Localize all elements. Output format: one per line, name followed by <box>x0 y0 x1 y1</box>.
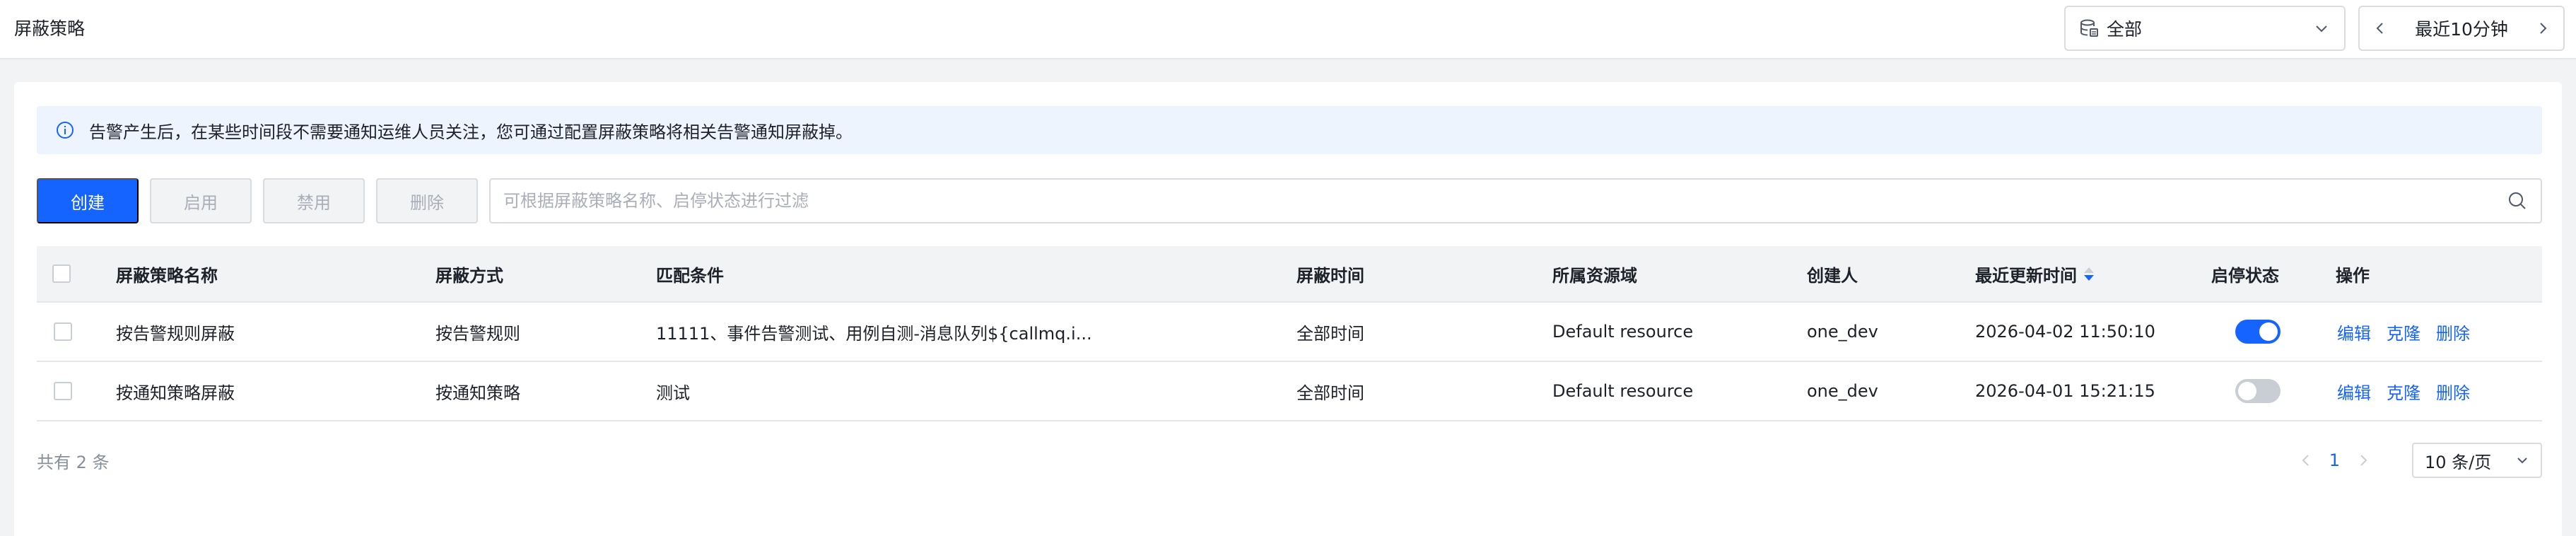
page-title: 屏蔽策略 <box>14 18 86 39</box>
cell-updated: 2026-04-01 15:21:15 <box>1975 381 2155 401</box>
delete-button[interactable]: 删除 <box>376 178 478 223</box>
page-header: 屏蔽策略 全部 最近10分钟 <box>0 0 2576 59</box>
resource-domain-select[interactable]: 全部 <box>2064 6 2346 51</box>
clone-link[interactable]: 克隆 <box>2387 320 2420 344</box>
cell-method: 按通知策略 <box>435 383 520 403</box>
chevron-down-icon <box>2515 453 2529 467</box>
search-icon[interactable] <box>2507 190 2528 211</box>
time-range-value[interactable]: 最近10分钟 <box>2415 16 2508 41</box>
status-toggle[interactable] <box>2235 320 2281 344</box>
cell-name: 按通知策略屏蔽 <box>116 383 235 403</box>
col-name: 屏蔽策略名称 <box>116 265 218 286</box>
cell-creator: one_dev <box>1807 381 1878 401</box>
row-checkbox[interactable] <box>54 322 72 341</box>
row-checkbox[interactable] <box>54 382 72 400</box>
col-status: 启停状态 <box>2211 265 2279 286</box>
prev-page-icon[interactable] <box>2298 453 2314 468</box>
cell-creator: one_dev <box>1807 322 1878 342</box>
table-header: 屏蔽策略名称 屏蔽方式 匹配条件 屏蔽时间 所属资源域 创建人 最近更新时间 启… <box>37 246 2542 303</box>
table-row: 按告警规则屏蔽 按告警规则 11111、事件告警测试、用例自测-消息队列${ca… <box>37 303 2542 362</box>
status-toggle[interactable] <box>2235 379 2281 403</box>
chevron-down-icon <box>2313 20 2330 37</box>
cell-time: 全部时间 <box>1296 383 1364 403</box>
col-creator: 创建人 <box>1807 265 1858 286</box>
col-actions: 操作 <box>2336 265 2370 286</box>
edit-link[interactable]: 编辑 <box>2337 379 2371 404</box>
cell-condition: 测试 <box>656 383 690 403</box>
cell-name: 按告警规则屏蔽 <box>116 323 235 344</box>
database-icon <box>2078 18 2100 39</box>
alert-text: 告警产生后，在某些时间段不需要通知运维人员关注，您可通过配置屏蔽策略将相关告警通… <box>89 122 853 142</box>
col-condition: 匹配条件 <box>656 265 724 286</box>
strategy-table: 屏蔽策略名称 屏蔽方式 匹配条件 屏蔽时间 所属资源域 创建人 最近更新时间 启… <box>37 246 2542 421</box>
cell-domain: Default resource <box>1552 322 1694 342</box>
chevron-left-icon[interactable] <box>2372 21 2388 36</box>
col-updated[interactable]: 最近更新时间 <box>1975 246 2094 301</box>
col-time: 屏蔽时间 <box>1296 265 1364 286</box>
page-size-value: 10 条/页 <box>2425 452 2492 472</box>
next-page-icon[interactable] <box>2355 453 2371 468</box>
enable-button[interactable]: 启用 <box>150 178 252 223</box>
cell-updated: 2026-04-02 11:50:10 <box>1975 322 2155 342</box>
cell-time: 全部时间 <box>1296 323 1364 344</box>
create-button[interactable]: 创建 <box>37 178 139 223</box>
sort-icon[interactable] <box>2084 267 2094 281</box>
select-all-checkbox[interactable] <box>52 264 71 283</box>
content-card: 告警产生后，在某些时间段不需要通知运维人员关注，您可通过配置屏蔽策略将相关告警通… <box>14 82 2562 536</box>
chevron-right-icon[interactable] <box>2535 21 2551 36</box>
cell-domain: Default resource <box>1552 381 1694 401</box>
resource-domain-value: 全部 <box>2107 19 2143 40</box>
pagination: 1 10 条/页 <box>2283 443 2542 478</box>
page-number[interactable]: 1 <box>2329 450 2340 470</box>
page-size-select[interactable]: 10 条/页 <box>2412 443 2542 478</box>
col-updated-label: 最近更新时间 <box>1975 265 2077 286</box>
search-input[interactable] <box>503 191 2507 211</box>
col-domain: 所属资源域 <box>1552 265 1637 286</box>
cell-condition: 11111、事件告警测试、用例自测-消息队列${callmq.i... <box>656 323 1092 344</box>
edit-link[interactable]: 编辑 <box>2337 320 2371 344</box>
time-range-picker[interactable]: 最近10分钟 <box>2358 6 2565 51</box>
clone-link[interactable]: 克隆 <box>2387 379 2420 404</box>
search-box[interactable] <box>489 178 2542 223</box>
delete-link[interactable]: 删除 <box>2436 320 2470 344</box>
disable-button[interactable]: 禁用 <box>263 178 365 223</box>
total-count: 共有 2 条 <box>37 453 110 472</box>
delete-link[interactable]: 删除 <box>2436 379 2470 404</box>
cell-method: 按告警规则 <box>435 323 520 344</box>
info-icon <box>55 120 75 140</box>
table-row: 按通知策略屏蔽 按通知策略 测试 全部时间 Default resource o… <box>37 362 2542 421</box>
toolbar: 创建 启用 禁用 删除 <box>37 178 2542 223</box>
col-method: 屏蔽方式 <box>435 265 503 286</box>
table-footer: 共有 2 条 1 10 条/页 <box>37 438 2542 481</box>
info-alert: 告警产生后，在某些时间段不需要通知运维人员关注，您可通过配置屏蔽策略将相关告警通… <box>37 106 2542 154</box>
